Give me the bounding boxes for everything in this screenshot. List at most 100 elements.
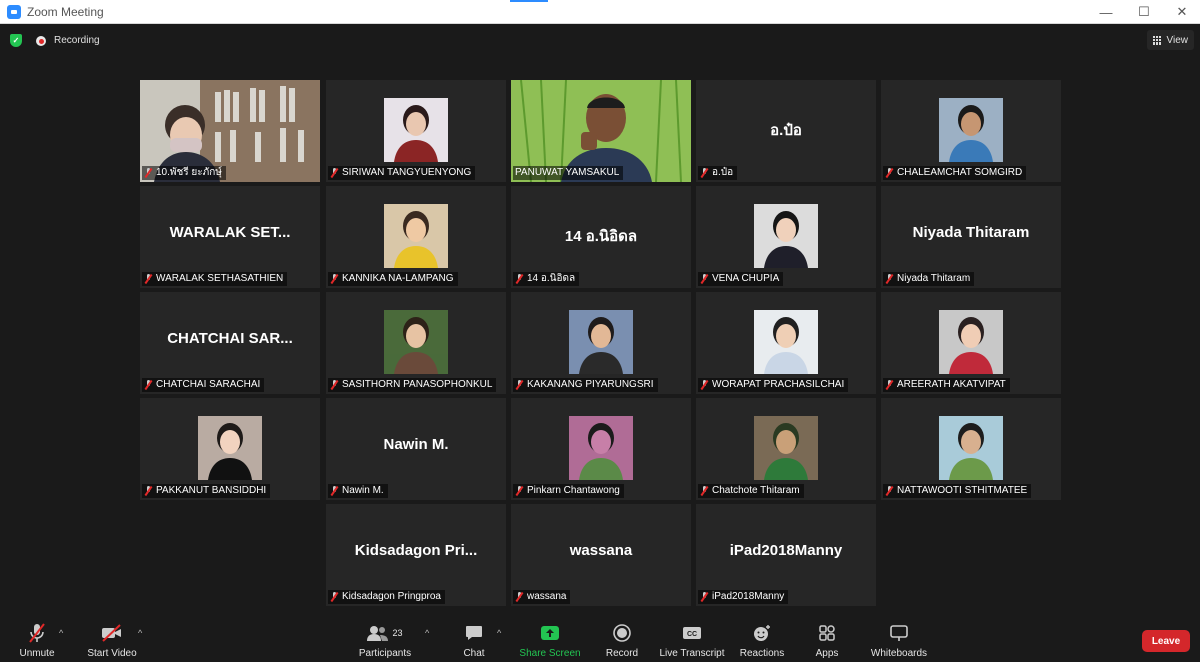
participant-nameplate: อ.ป๋อ: [698, 166, 738, 180]
apps-button[interactable]: Apps: [810, 616, 844, 662]
mic-muted-icon: [27, 622, 47, 644]
participants-options-caret[interactable]: ^: [425, 628, 429, 638]
participant-nameplate: SASITHORN PANASOPHONKUL: [328, 378, 497, 392]
participant-nameplate: VENA CHUPIA: [698, 272, 784, 286]
participant-tile[interactable]: wassana wassana: [511, 504, 691, 606]
mic-muted-icon: [515, 380, 524, 390]
participant-tile[interactable]: Niyada Thitaram Niyada Thitaram: [881, 186, 1061, 288]
participant-tile[interactable]: Nawin M. Nawin M.: [326, 398, 506, 500]
participant-profile-picture: [939, 310, 1003, 374]
participant-tile[interactable]: NATTAWOOTI STHITMATEE: [881, 398, 1061, 500]
chat-label: Chat: [463, 648, 485, 659]
mic-muted-icon: [330, 274, 339, 284]
participant-nameplate: CHATCHAI SARACHAI: [142, 378, 265, 392]
reactions-button[interactable]: Reactions: [738, 616, 786, 662]
participant-profile-picture: [754, 310, 818, 374]
participant-nameplate: AREERATH AKATVIPAT: [883, 378, 1010, 392]
mic-muted-icon: [330, 592, 339, 602]
participant-nameplate: 10.พัชรี ยะภักษ์ุ: [142, 166, 226, 180]
record-icon: [613, 622, 631, 644]
participant-name: CHATCHAI SARACHAI: [156, 379, 261, 390]
mic-muted-icon: [330, 486, 339, 496]
audio-options-caret[interactable]: ^: [59, 628, 63, 638]
share-screen-button[interactable]: Share Screen: [518, 616, 582, 662]
start-video-label: Start Video: [87, 648, 137, 659]
unmute-label: Unmute: [19, 648, 55, 659]
mic-muted-icon: [515, 592, 524, 602]
participant-name: Kidsadagon Pringproa: [342, 591, 441, 602]
participant-tile[interactable]: Kidsadagon Pri... Kidsadagon Pringproa: [326, 504, 506, 606]
participant-nameplate: 14 อ.นิอิดล: [513, 272, 580, 286]
mic-muted-icon: [885, 168, 894, 178]
participant-tile[interactable]: CHATCHAI SAR... CHATCHAI SARACHAI: [140, 292, 320, 394]
whiteboards-button[interactable]: Whiteboards: [866, 616, 932, 662]
participant-tile[interactable]: 10.พัชรี ยะภักษ์ุ: [140, 80, 320, 182]
participant-name: VENA CHUPIA: [712, 273, 780, 284]
mic-muted-icon: [700, 274, 709, 284]
mic-muted-icon: [515, 274, 524, 284]
participant-tile[interactable]: AREERATH AKATVIPAT: [881, 292, 1061, 394]
participant-nameplate: Pinkarn Chantawong: [513, 484, 624, 498]
mic-muted-icon: [885, 486, 894, 496]
start-video-button[interactable]: Start Video: [84, 616, 140, 662]
participant-name: WORAPAT PRACHASILCHAI: [712, 379, 845, 390]
record-button[interactable]: Record: [602, 616, 642, 662]
participants-button[interactable]: 23 Participants: [356, 616, 414, 662]
participant-display-name: Nawin M.: [383, 436, 449, 453]
mic-muted-icon: [144, 274, 153, 284]
reactions-label: Reactions: [739, 648, 785, 659]
mic-muted-icon: [885, 380, 894, 390]
participant-tile[interactable]: Chatchote Thitaram: [696, 398, 876, 500]
participant-name: KANNIKA NA-LAMPANG: [342, 273, 454, 284]
chat-button[interactable]: Chat: [456, 616, 492, 662]
participant-nameplate: iPad2018Manny: [698, 590, 789, 604]
participant-nameplate: KANNIKA NA-LAMPANG: [328, 272, 458, 286]
apps-icon: [818, 622, 836, 644]
participant-nameplate: SIRIWAN TANGYUENYONG: [328, 166, 476, 180]
participant-tile[interactable]: SIRIWAN TANGYUENYONG: [326, 80, 506, 182]
participant-name: Pinkarn Chantawong: [527, 485, 620, 496]
participant-name: 14 อ.นิอิดล: [527, 273, 576, 284]
live-transcript-button[interactable]: CC Live Transcript: [658, 616, 726, 662]
participant-tile[interactable]: อ.ป๋อ อ.ป๋อ: [696, 80, 876, 182]
participant-tile[interactable]: 14 อ.นิอิดล 14 อ.นิอิดล: [511, 186, 691, 288]
unmute-button[interactable]: Unmute: [14, 616, 60, 662]
participant-profile-picture: [198, 416, 262, 480]
mic-muted-icon: [144, 168, 153, 178]
participant-tile[interactable]: KAKANANG PIYARUNGSRI: [511, 292, 691, 394]
participant-tile[interactable]: CHALEAMCHAT SOMGIRD: [881, 80, 1061, 182]
participant-name: CHALEAMCHAT SOMGIRD: [897, 167, 1023, 178]
participant-nameplate: Nawin M.: [328, 484, 388, 498]
mic-muted-icon: [885, 274, 894, 284]
participant-display-name: 14 อ.นิอิดล: [564, 228, 638, 245]
participant-tile[interactable]: WARALAK SET... WARALAK SETHASATHIEN: [140, 186, 320, 288]
participant-tile[interactable]: WORAPAT PRACHASILCHAI: [696, 292, 876, 394]
participant-name: Niyada Thitaram: [897, 273, 971, 284]
participant-name: SIRIWAN TANGYUENYONG: [342, 167, 472, 178]
mic-muted-icon: [700, 380, 709, 390]
participant-tile[interactable]: KANNIKA NA-LAMPANG: [326, 186, 506, 288]
meeting-toolbar: Unmute ^ Start Video ^ 23 Participants ^…: [0, 616, 1200, 662]
participant-tile[interactable]: VENA CHUPIA: [696, 186, 876, 288]
participant-nameplate: Kidsadagon Pringproa: [328, 590, 445, 604]
participant-profile-picture: [569, 310, 633, 374]
share-screen-icon: [540, 622, 560, 644]
participant-name: SASITHORN PANASOPHONKUL: [342, 379, 493, 390]
participant-display-name: CHATCHAI SAR...: [167, 330, 293, 347]
participant-tile[interactable]: iPad2018Manny iPad2018Manny: [696, 504, 876, 606]
participant-tile[interactable]: PANUWAT YAMSAKUL: [511, 80, 691, 182]
video-options-caret[interactable]: ^: [138, 628, 142, 638]
leave-button[interactable]: Leave: [1142, 630, 1190, 652]
apps-label: Apps: [815, 648, 839, 659]
participant-tile[interactable]: SASITHORN PANASOPHONKUL: [326, 292, 506, 394]
chat-options-caret[interactable]: ^: [497, 628, 501, 638]
participant-profile-picture: [384, 310, 448, 374]
participant-profile-picture: [939, 416, 1003, 480]
whiteboard-icon: [889, 622, 909, 644]
participant-name: iPad2018Manny: [712, 591, 785, 602]
live-transcript-label: Live Transcript: [659, 648, 725, 659]
participant-tile[interactable]: Pinkarn Chantawong: [511, 398, 691, 500]
participant-tile[interactable]: PAKKANUT BANSIDDHI: [140, 398, 320, 500]
mic-muted-icon: [330, 380, 339, 390]
participant-profile-picture: [754, 204, 818, 268]
